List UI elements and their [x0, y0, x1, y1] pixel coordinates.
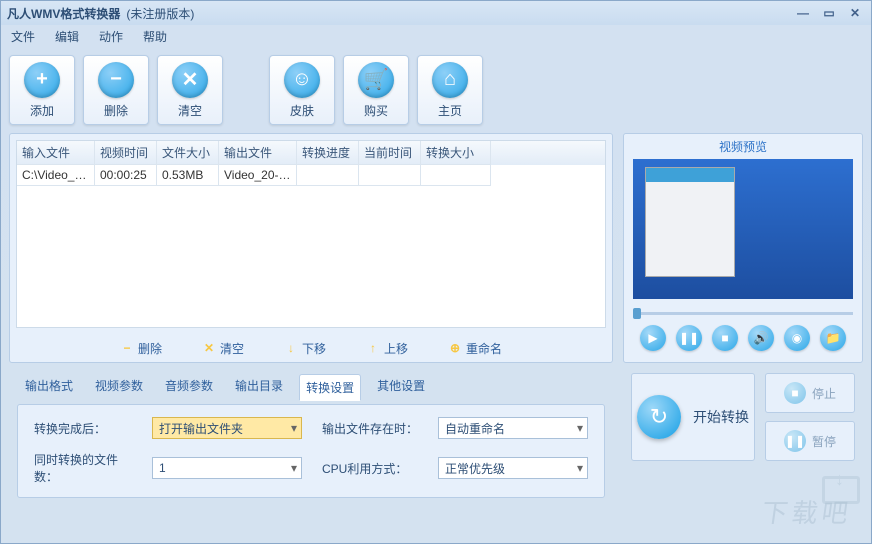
action-up[interactable]: ↑上移	[366, 340, 408, 357]
cell-progress	[297, 165, 359, 186]
file-table[interactable]: 输入文件 视频时间 文件大小 输出文件 转换进度 当前时间 转换大小 C:\Vi…	[16, 140, 606, 328]
titlebar: 凡人WMV格式转换器 (未注册版本) — ▭ ✕	[1, 1, 871, 25]
table-row[interactable]: C:\Video_20-... 00:00:25 0.53MB Video_20…	[17, 165, 605, 186]
snapshot-button[interactable]: ◉	[784, 325, 810, 351]
cell-outsize	[421, 165, 491, 186]
start-convert-button[interactable]: ↻ 开始转换	[631, 373, 755, 461]
volume-button[interactable]: 🔊	[748, 325, 774, 351]
home-label: 主页	[438, 102, 462, 119]
maximize-button[interactable]: ▭	[819, 5, 839, 21]
cell-curtime	[359, 165, 421, 186]
col-time[interactable]: 视频时间	[95, 141, 157, 165]
settings-panel: 转换完成后： 打开输出文件夹 输出文件存在时： 自动重命名 同时转换的文件数： …	[17, 404, 605, 498]
pause-convert-button[interactable]: ❚❚ 暂停	[765, 421, 855, 461]
preview-slider[interactable]	[633, 307, 853, 319]
after-convert-label: 转换完成后：	[34, 420, 132, 437]
tab-format[interactable]: 输出格式	[19, 373, 79, 400]
action-down[interactable]: ↓下移	[284, 340, 326, 357]
app-window: 凡人WMV格式转换器 (未注册版本) — ▭ ✕ 文件 编辑 动作 帮助 + 添…	[0, 0, 872, 544]
toolbar: + 添加 − 删除 ✕ 清空 ☺ 皮肤 🛒 购买 ⌂ 主页	[1, 47, 871, 133]
preview-title: 视频预览	[719, 134, 767, 159]
pause-icon: ❚❚	[784, 430, 806, 452]
menu-file[interactable]: 文件	[7, 26, 39, 47]
menubar: 文件 编辑 动作 帮助	[1, 25, 871, 47]
window-subtitle: (未注册版本)	[126, 5, 194, 22]
clear-label: 清空	[178, 102, 202, 119]
buy-label: 购买	[364, 102, 388, 119]
minimize-button[interactable]: —	[793, 5, 813, 21]
cpu-select[interactable]: 正常优先级	[438, 457, 588, 479]
action-delete[interactable]: −删除	[120, 340, 162, 357]
preview-video[interactable]	[633, 159, 853, 299]
close-button[interactable]: ✕	[845, 5, 865, 21]
tab-audio[interactable]: 音频参数	[159, 373, 219, 400]
home-icon: ⌂	[432, 62, 468, 98]
x-icon: ✕	[172, 62, 208, 98]
concurrent-select[interactable]: 1	[152, 457, 302, 479]
cell-time: 00:00:25	[95, 165, 157, 186]
settings-tabs: 输出格式 视频参数 音频参数 输出目录 转换设置 其他设置	[9, 363, 613, 404]
play-button[interactable]: ▶	[640, 325, 666, 351]
skin-button[interactable]: ☺ 皮肤	[269, 55, 335, 125]
window-title: 凡人WMV格式转换器	[7, 5, 120, 22]
home-button[interactable]: ⌂ 主页	[417, 55, 483, 125]
tab-outdir[interactable]: 输出目录	[229, 373, 289, 400]
minus-icon: −	[98, 62, 134, 98]
col-input[interactable]: 输入文件	[17, 141, 95, 165]
action-bar: −删除 ✕清空 ↓下移 ↑上移 ⊕重命名	[10, 334, 612, 362]
menu-action[interactable]: 动作	[95, 26, 127, 47]
add-label: 添加	[30, 102, 54, 119]
start-label: 开始转换	[693, 407, 749, 427]
cell-size: 0.53MB	[157, 165, 219, 186]
after-convert-select[interactable]: 打开输出文件夹	[152, 417, 302, 439]
col-output[interactable]: 输出文件	[219, 141, 297, 165]
file-list-panel: 输入文件 视频时间 文件大小 输出文件 转换进度 当前时间 转换大小 C:\Vi…	[9, 133, 613, 363]
action-rename[interactable]: ⊕重命名	[448, 340, 502, 357]
cpu-label: CPU利用方式：	[322, 460, 418, 477]
stop-icon: ■	[784, 382, 806, 404]
file-exist-select[interactable]: 自动重命名	[438, 417, 588, 439]
tab-other[interactable]: 其他设置	[371, 373, 431, 400]
x-icon: ✕	[202, 341, 216, 355]
col-progress[interactable]: 转换进度	[297, 141, 359, 165]
col-size[interactable]: 文件大小	[157, 141, 219, 165]
table-header: 输入文件 视频时间 文件大小 输出文件 转换进度 当前时间 转换大小	[17, 141, 605, 165]
skin-label: 皮肤	[290, 102, 314, 119]
buy-button[interactable]: 🛒 购买	[343, 55, 409, 125]
delete-label: 删除	[104, 102, 128, 119]
file-exist-label: 输出文件存在时：	[322, 420, 418, 437]
preview-panel: 视频预览 ▶ ❚❚ ■ 🔊 ◉ 📁	[623, 133, 863, 363]
tab-convert[interactable]: 转换设置	[299, 374, 361, 401]
smile-icon: ☺	[284, 62, 320, 98]
tab-video[interactable]: 视频参数	[89, 373, 149, 400]
col-outsize[interactable]: 转换大小	[421, 141, 491, 165]
slider-thumb[interactable]	[633, 308, 641, 319]
pause-button[interactable]: ❚❚	[676, 325, 702, 351]
cell-input: C:\Video_20-...	[17, 165, 95, 186]
action-clear[interactable]: ✕清空	[202, 340, 244, 357]
open-button[interactable]: 📁	[820, 325, 846, 351]
stop-convert-button[interactable]: ■ 停止	[765, 373, 855, 413]
menu-edit[interactable]: 编辑	[51, 26, 83, 47]
down-icon: ↓	[284, 341, 298, 355]
cell-output: Video_20-0...	[219, 165, 297, 186]
cart-icon: 🛒	[358, 62, 394, 98]
concurrent-label: 同时转换的文件数：	[34, 451, 132, 485]
add-button[interactable]: + 添加	[9, 55, 75, 125]
up-icon: ↑	[366, 341, 380, 355]
minus-icon: −	[120, 341, 134, 355]
clear-button[interactable]: ✕ 清空	[157, 55, 223, 125]
delete-button[interactable]: − 删除	[83, 55, 149, 125]
refresh-icon: ↻	[637, 395, 681, 439]
media-controls: ▶ ❚❚ ■ 🔊 ◉ 📁	[640, 319, 846, 357]
stop-button[interactable]: ■	[712, 325, 738, 351]
rename-icon: ⊕	[448, 341, 462, 355]
menu-help[interactable]: 帮助	[139, 26, 171, 47]
plus-icon: +	[24, 62, 60, 98]
col-curtime[interactable]: 当前时间	[359, 141, 421, 165]
